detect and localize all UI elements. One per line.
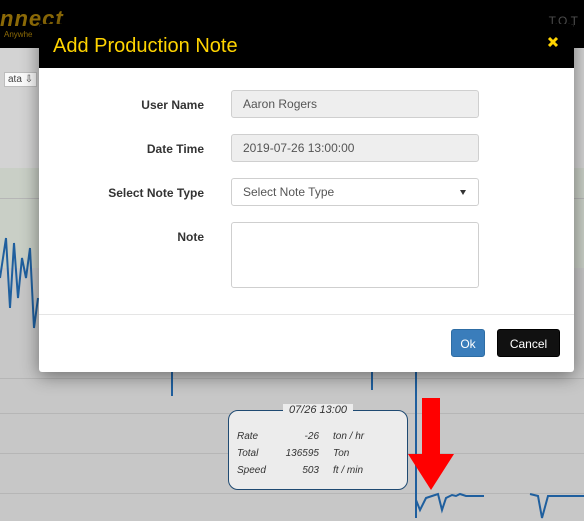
cancel-button[interactable]: Cancel: [497, 329, 560, 357]
date-time-label: Date Time: [146, 142, 204, 156]
chevron-down-icon: [460, 190, 466, 195]
user-name-label: User Name: [141, 98, 204, 112]
dialog-footer-divider: [39, 314, 574, 315]
dialog-header: Add Production Note: [39, 24, 574, 68]
note-label: Note: [177, 230, 204, 244]
note-type-label: Select Note Type: [108, 186, 204, 200]
note-type-selected: Select Note Type: [243, 185, 335, 199]
ok-button[interactable]: Ok: [451, 329, 485, 357]
note-textarea[interactable]: [231, 222, 479, 288]
user-name-field[interactable]: Aaron Rogers: [231, 90, 479, 118]
date-time-field[interactable]: 2019-07-26 13:00:00: [231, 134, 479, 162]
close-icon[interactable]: [546, 35, 560, 49]
dialog-title: Add Production Note: [53, 35, 238, 57]
add-production-note-dialog: Add Production Note User Name Aaron Roge…: [39, 24, 574, 372]
note-type-select[interactable]: Select Note Type: [231, 178, 479, 206]
